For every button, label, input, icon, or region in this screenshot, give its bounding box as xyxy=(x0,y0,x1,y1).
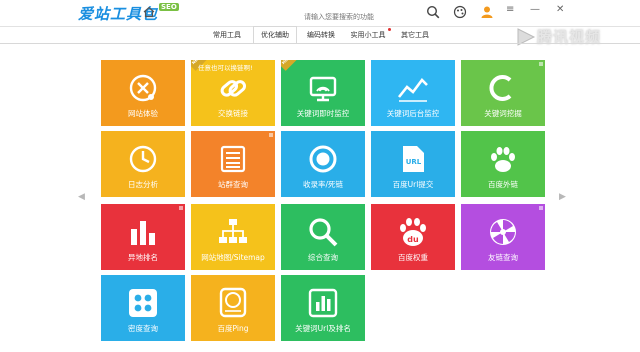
tile-sitemap[interactable]: 网站地图/Sitemap xyxy=(191,204,275,270)
tile-index-dead-links[interactable]: 收录率/死链 xyxy=(281,131,365,197)
search-icon[interactable] xyxy=(426,5,440,19)
tab-bar: 常用工具 优化辅助 编码转换 实用小工具 其它工具 xyxy=(0,26,640,44)
tile-label: 日志分析 xyxy=(128,180,158,189)
tile-label: 百度Url提交 xyxy=(392,180,434,189)
paw-icon xyxy=(485,141,521,177)
tile-keyword-mining[interactable]: 关键词挖掘 xyxy=(461,60,545,126)
tile-friend-link-query[interactable]: 友链查询 xyxy=(461,204,545,270)
tile-keyword-realtime-monitor[interactable]: 关键词即时监控 HOT xyxy=(281,60,365,126)
tile-label: 综合查询 xyxy=(308,253,338,262)
sitemap-icon xyxy=(215,214,251,250)
ribbon-text: HOT xyxy=(281,60,291,66)
ping-icon xyxy=(215,285,251,321)
tile-log-analysis[interactable]: 日志分析 xyxy=(101,131,185,197)
list-icon xyxy=(215,141,251,177)
search-input[interactable] xyxy=(300,9,426,25)
tile-label: 百度外链 xyxy=(488,180,518,189)
tile-label: 友链查询 xyxy=(488,253,518,262)
home-icon xyxy=(143,6,155,18)
tile-label: 网站体验 xyxy=(128,109,158,118)
brand-badge: SEO xyxy=(159,3,179,11)
close-icon[interactable]: ✕ xyxy=(556,4,564,15)
title-bar: 爱站工具包 SEO ≡ — ✕ xyxy=(0,0,640,27)
tile-label: 关键词后台监控 xyxy=(386,109,440,118)
user-icon[interactable] xyxy=(480,5,494,19)
corner-marker xyxy=(539,206,543,210)
search-box[interactable] xyxy=(300,4,440,25)
tile-label: 异地排名 xyxy=(128,253,158,262)
menu-icon[interactable]: ≡ xyxy=(506,4,514,15)
tile-baidu-weight[interactable]: du 百度权重 xyxy=(371,204,455,270)
tile-label: 收录率/死链 xyxy=(302,180,344,189)
tile-label: 网站地图/Sitemap xyxy=(201,253,265,262)
minimize-icon[interactable]: — xyxy=(530,4,540,15)
tile-density-query[interactable]: 密度查询 xyxy=(101,275,185,341)
corner-marker xyxy=(179,206,183,210)
tab-utilities[interactable]: 实用小工具 xyxy=(346,27,391,43)
tile-baidu-ping[interactable]: 百度Ping xyxy=(191,275,275,341)
baidu-paw-icon: du xyxy=(395,214,431,250)
tile-remote-ranking[interactable]: 异地排名 xyxy=(101,204,185,270)
tile-site-check[interactable]: 网站体验 xyxy=(101,60,185,126)
tab-encoding[interactable]: 编码转换 xyxy=(302,27,340,43)
tile-label: 站群查询 xyxy=(218,180,248,189)
magnifier-icon xyxy=(305,214,341,250)
tile-label: 交换链接 xyxy=(218,109,248,118)
svg-text:URL: URL xyxy=(406,158,422,166)
c-letter-icon xyxy=(485,70,521,106)
tile-comprehensive-query[interactable]: 综合查询 xyxy=(281,204,365,270)
tab-optimization[interactable]: 优化辅助 xyxy=(253,26,297,43)
tile-label: 百度权重 xyxy=(398,253,428,262)
stethoscope-icon xyxy=(125,70,161,106)
pinwheel-icon xyxy=(485,214,521,250)
home-button[interactable] xyxy=(141,4,157,20)
url-file-icon: URL xyxy=(395,141,431,177)
circle-target-icon xyxy=(305,141,341,177)
tile-keyword-background-monitor[interactable]: 关键词后台监控 xyxy=(371,60,455,126)
bar-chart-icon xyxy=(125,214,161,250)
chart-box-icon xyxy=(305,285,341,321)
tile-label: 密度查询 xyxy=(128,324,158,333)
tile-label: 关键词即时监控 xyxy=(296,109,350,118)
link-icon xyxy=(215,70,251,106)
grid-dots-icon xyxy=(125,285,161,321)
skin-icon[interactable] xyxy=(453,5,467,19)
tile-label: 百度Ping xyxy=(217,324,249,333)
tile-keyword-url-ranking[interactable]: 关键词Url及排名 xyxy=(281,275,365,341)
corner-marker xyxy=(269,133,273,137)
tile-baidu-backlinks[interactable]: 百度外链 xyxy=(461,131,545,197)
tile-tooltip: 任意也可以换链啊! xyxy=(198,64,253,72)
tile-label: 关键词挖掘 xyxy=(484,109,522,118)
tile-site-group-query[interactable]: 站群查询 xyxy=(191,131,275,197)
tab-other-tools[interactable]: 其它工具 xyxy=(396,27,434,43)
app-logo: 爱站工具包 SEO xyxy=(78,3,179,23)
tab-common-tools[interactable]: 常用工具 xyxy=(206,27,248,43)
next-page-arrow[interactable]: ▶ xyxy=(559,192,566,202)
corner-marker xyxy=(539,62,543,66)
svg-text:du: du xyxy=(407,235,419,244)
monitor-icon xyxy=(305,70,341,106)
line-chart-icon xyxy=(395,70,431,106)
prev-page-arrow[interactable]: ◀ xyxy=(78,192,85,202)
tile-label: 关键词Url及排名 xyxy=(295,324,351,333)
ribbon-badge: HOT xyxy=(281,60,300,71)
clock-icon xyxy=(125,141,161,177)
tile-baidu-url-submit[interactable]: URL 百度Url提交 xyxy=(371,131,455,197)
